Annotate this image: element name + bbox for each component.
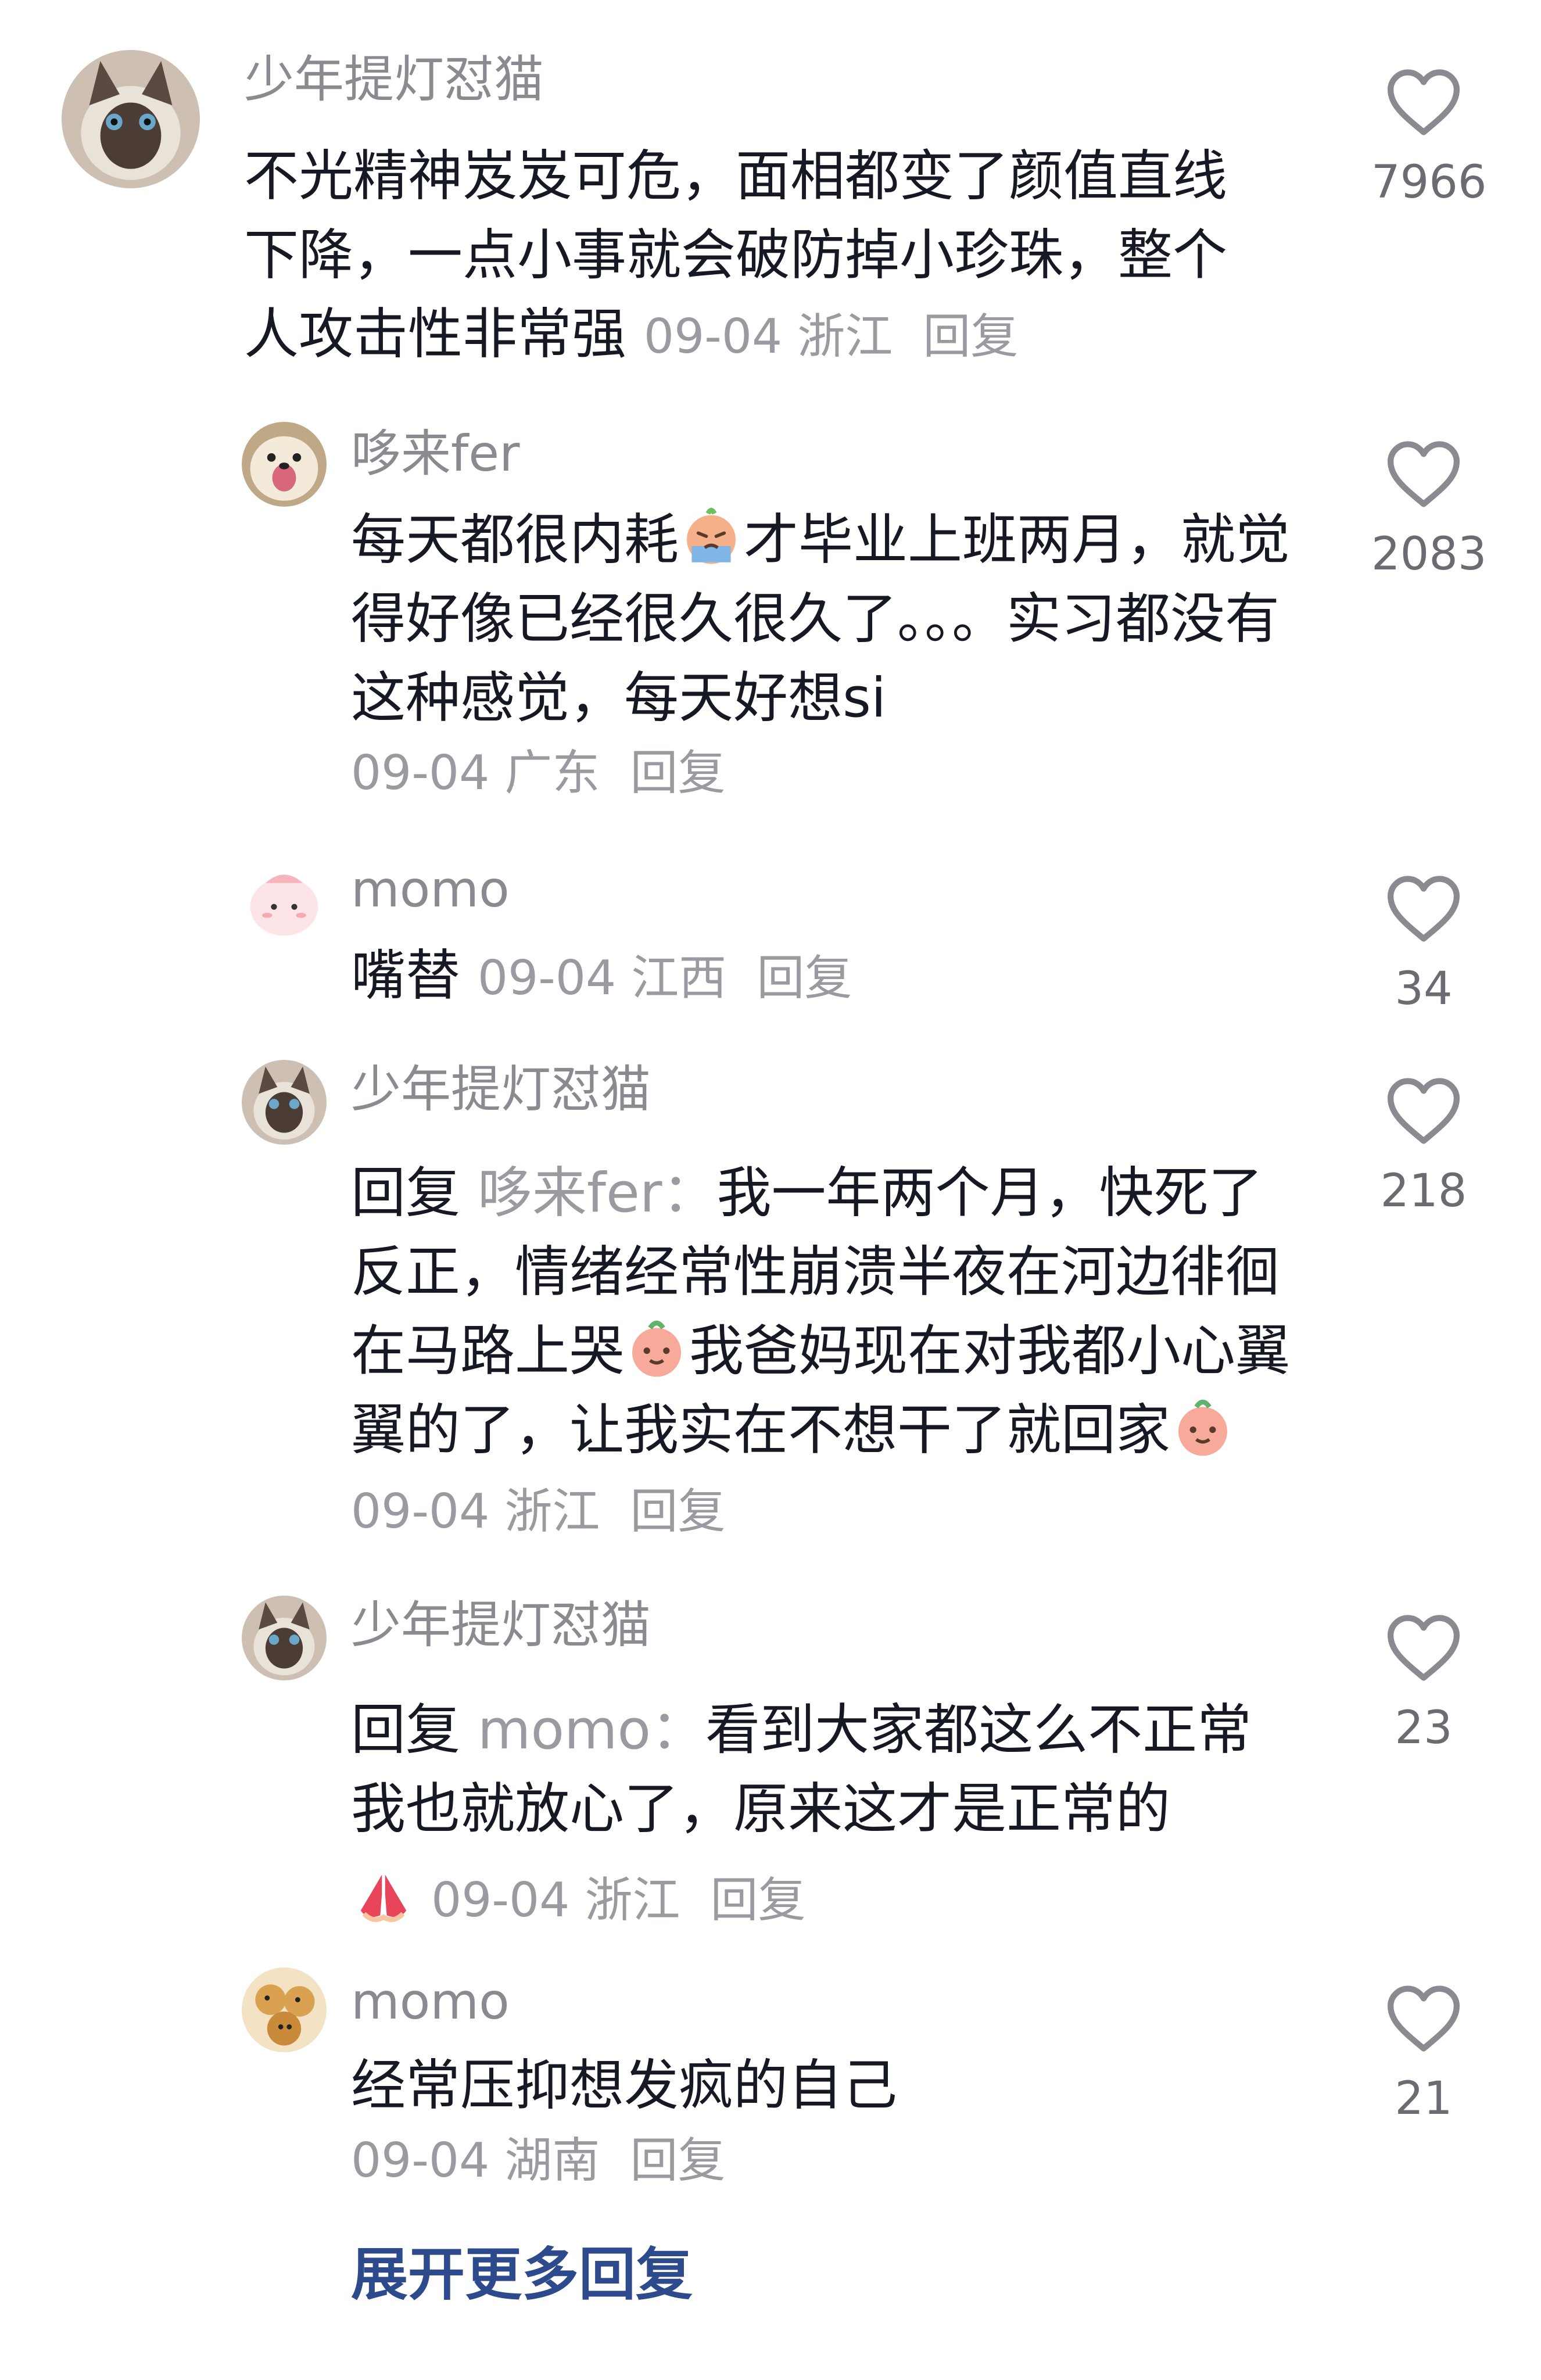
avatar[interactable]	[242, 1060, 327, 1145]
comment-text: 嘴替 09-04 江西 回复	[351, 937, 1304, 1018]
reply-button[interactable]: 回复	[630, 2133, 725, 2188]
comment-meta: 09-04 浙江 回复	[351, 1862, 806, 1933]
like-button[interactable]: 7966	[1371, 67, 1487, 212]
heart-outline-icon	[1387, 69, 1460, 135]
heart-outline-icon	[1387, 1078, 1460, 1144]
comment-date: 09-04	[431, 1873, 570, 1928]
peach-face-emoji-icon	[1170, 1394, 1235, 1459]
avatar[interactable]	[242, 1596, 327, 1680]
comment-date: 09-04	[643, 309, 783, 364]
comment-body: 嘴替	[351, 944, 461, 1008]
reply-button[interactable]: 回复	[630, 745, 725, 801]
comment-meta: 09-04 浙江 回复	[644, 309, 1018, 364]
comment-date: 09-04	[351, 1484, 490, 1539]
comment-location: 浙江	[504, 1484, 600, 1539]
reply-prefix: 回复	[351, 1698, 461, 1762]
avatar[interactable]	[62, 50, 200, 188]
reply-button[interactable]: 回复	[630, 1484, 725, 1539]
comment-date: 09-04	[351, 2133, 490, 2188]
comment-body-part: 每天都很内耗	[351, 508, 679, 572]
comment-date: 09-04	[351, 745, 490, 801]
comment-username[interactable]: 少年提灯怼猫	[244, 48, 544, 112]
like-count: 218	[1380, 1165, 1467, 1217]
peach-face-emoji-icon	[624, 1315, 689, 1380]
comment-username[interactable]: 少年提灯怼猫	[351, 1058, 651, 1121]
comment-meta: 09-04 广东 回复	[351, 741, 725, 805]
comment-meta: 09-04 江西 回复	[478, 951, 852, 1006]
like-count: 23	[1395, 1702, 1453, 1754]
comment-username[interactable]: 少年提灯怼猫	[351, 1593, 651, 1657]
reply-button[interactable]: 回复	[923, 309, 1018, 364]
like-button[interactable]: 2083	[1371, 439, 1487, 583]
like-button[interactable]: 34	[1371, 874, 1476, 1018]
comment-text: 不光精神岌岌可危，面相都变了颜值直线下降，一点小事就会破防掉小珍珠，整个人攻击性…	[244, 137, 1278, 377]
like-count: 34	[1395, 963, 1453, 1015]
avatar[interactable]	[242, 422, 327, 507]
like-button[interactable]: 218	[1371, 1076, 1476, 1220]
reply-button[interactable]: 回复	[757, 951, 852, 1006]
heart-outline-icon	[1387, 441, 1460, 507]
heart-outline-icon	[1387, 1615, 1460, 1681]
comment-meta: 09-04 浙江 回复	[351, 1484, 725, 1539]
comment-location: 广东	[504, 745, 600, 801]
reply-target-username[interactable]: momo：	[478, 1698, 705, 1762]
like-count: 7966	[1371, 156, 1487, 209]
like-button[interactable]: 21	[1371, 1984, 1476, 2128]
comment-username[interactable]: momo	[351, 858, 510, 922]
comment-username[interactable]: 哆来fer	[351, 422, 520, 486]
comment-text: 每天都很内耗 才毕业上班两月，就觉得好像已经很久很久了。。。实习都没有这种感觉，每…	[351, 501, 1304, 738]
comment-location: 湖南	[504, 2133, 600, 2188]
reply-target-username[interactable]: 哆来fer：	[478, 1162, 717, 1225]
comment-location: 浙江	[585, 1873, 680, 1928]
praying-hands-emoji-icon	[351, 1862, 416, 1927]
crying-emoji-icon	[679, 504, 744, 569]
heart-outline-icon	[1387, 876, 1460, 942]
comment-location: 浙江	[797, 309, 893, 364]
avatar[interactable]	[242, 1967, 327, 2052]
reply-prefix: 回复	[351, 1162, 461, 1225]
comment-meta: 09-04 湖南 回复	[351, 2129, 725, 2193]
comment-date: 09-04	[477, 951, 617, 1006]
comment-body: 经常压抑想发疯的自己	[351, 2054, 898, 2117]
like-count: 21	[1395, 2073, 1453, 2125]
comment-text: 回复 momo：看到大家都这么不正常我也就放心了，原来这才是正常的	[351, 1691, 1304, 1849]
comment-text: 经常压抑想发疯的自己	[351, 2046, 1304, 2125]
avatar[interactable]	[242, 858, 327, 942]
reply-button[interactable]: 回复	[711, 1873, 806, 1928]
expand-more-replies-button[interactable]: 展开更多回复	[351, 2237, 693, 2313]
comment-username[interactable]: momo	[351, 1970, 510, 2034]
comment-location: 江西	[631, 951, 727, 1006]
heart-outline-icon	[1387, 1985, 1460, 2052]
like-count: 2083	[1371, 528, 1487, 580]
comment-text: 回复 哆来fer：我一年两个月，快死了反正，情绪经常性崩溃半夜在河边徘徊在马路上…	[351, 1154, 1304, 1551]
like-button[interactable]: 23	[1371, 1613, 1476, 1757]
